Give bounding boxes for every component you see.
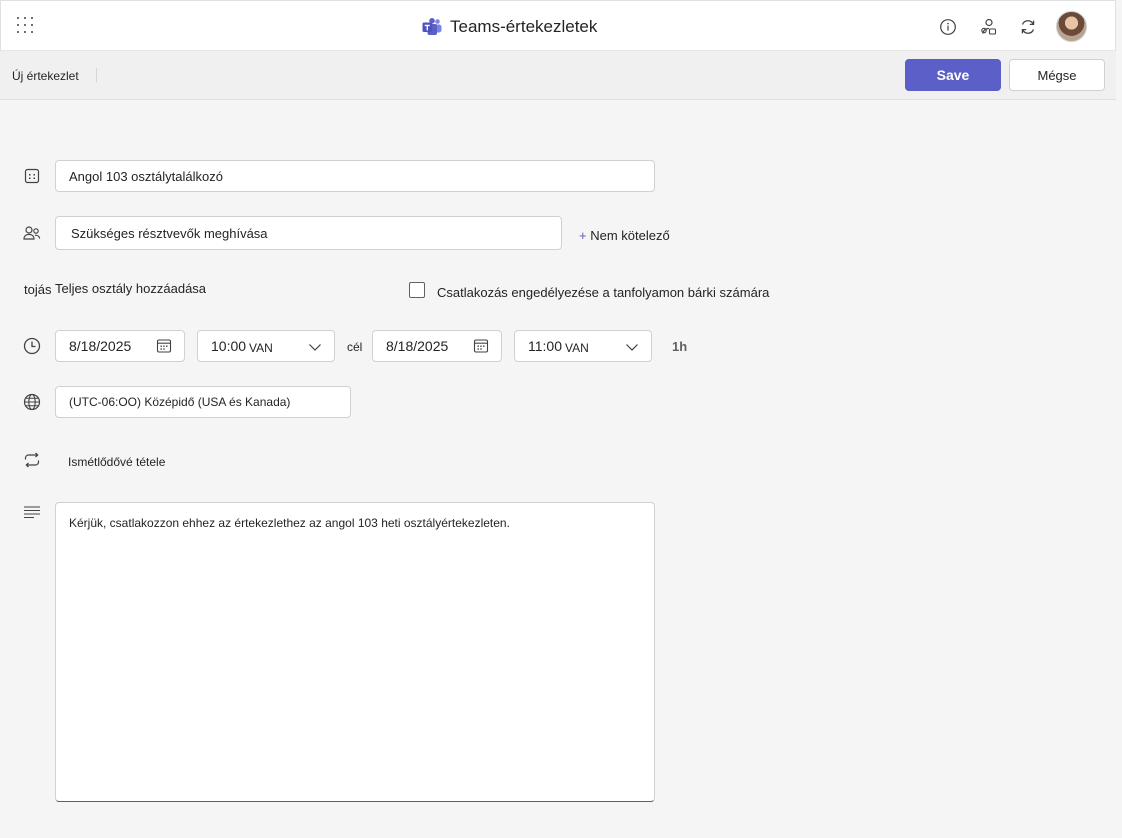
app-title: Teams-értekezletek <box>422 17 597 37</box>
optional-attendees-link[interactable]: + Nem kötelező <box>579 228 670 243</box>
start-time-value: 10:00 <box>211 338 247 354</box>
add-whole-class-link[interactable]: Teljes osztály hozzáadása <box>55 281 206 296</box>
end-date-picker[interactable]: 8/18/2025 <box>372 330 502 362</box>
duration-label: 1h <box>672 339 688 354</box>
chevron-down-icon <box>308 340 322 357</box>
calendar-icon <box>156 338 172 357</box>
to-label: cél <box>347 340 363 354</box>
clock-icon <box>23 337 41 355</box>
class-prefix: tojás <box>24 282 52 297</box>
waffle-icon[interactable] <box>17 17 35 35</box>
globe-icon <box>23 393 41 411</box>
end-time-value: 11:00 <box>528 338 562 354</box>
breadcrumb: Új értekezlet <box>12 69 79 83</box>
start-date-picker[interactable]: 8/18/2025 <box>55 330 185 362</box>
title-icon <box>23 167 41 185</box>
top-bar: Teams-értekezletek <box>0 0 1116 51</box>
teams-logo-icon <box>422 18 442 35</box>
people-settings-icon[interactable] <box>976 15 1000 39</box>
end-time-dropdown[interactable]: 11:00 VAN <box>514 330 652 362</box>
recurrence-dropdown[interactable]: Ismétlődővé tétele <box>68 455 165 469</box>
optional-label: Nem kötelező <box>590 228 670 243</box>
meeting-title-input[interactable]: Angol 103 osztálytalálkozó <box>55 160 655 192</box>
start-ampm: VAN <box>249 341 273 355</box>
description-text: Kérjük, csatlakozzon ehhez az értekezlet… <box>69 516 510 530</box>
cancel-button[interactable]: Mégse <box>1009 59 1105 91</box>
end-date-value: 8/18/2025 <box>386 338 449 354</box>
chevron-down-icon <box>625 340 639 357</box>
start-time-dropdown[interactable]: 10:00 VAN <box>197 330 335 362</box>
start-date-value: 8/18/2025 <box>69 338 132 354</box>
save-button[interactable]: Save <box>905 59 1001 91</box>
allow-join-label: Csatlakozás engedélyezése a tanfolyamon … <box>437 285 770 300</box>
avatar[interactable] <box>1056 11 1087 42</box>
end-ampm: VAN <box>565 341 589 355</box>
repeat-icon <box>23 451 41 469</box>
people-icon <box>23 224 41 242</box>
calendar-icon <box>473 338 489 357</box>
plus-icon: + <box>579 228 587 243</box>
text-lines-icon <box>23 503 41 521</box>
timezone-dropdown[interactable]: (UTC-06:OO) Középidő (USA és Kanada) <box>55 386 351 418</box>
allow-join-checkbox[interactable] <box>409 282 425 298</box>
info-icon[interactable] <box>936 15 960 39</box>
description-editor[interactable]: Kérjük, csatlakozzon ehhez az értekezlet… <box>55 502 655 802</box>
breadcrumb-divider <box>96 68 97 82</box>
attendees-input[interactable]: Szükséges résztvevők meghívása <box>55 216 562 250</box>
refresh-icon[interactable] <box>1016 15 1040 39</box>
app-title-text: Teams-értekezletek <box>450 17 598 36</box>
